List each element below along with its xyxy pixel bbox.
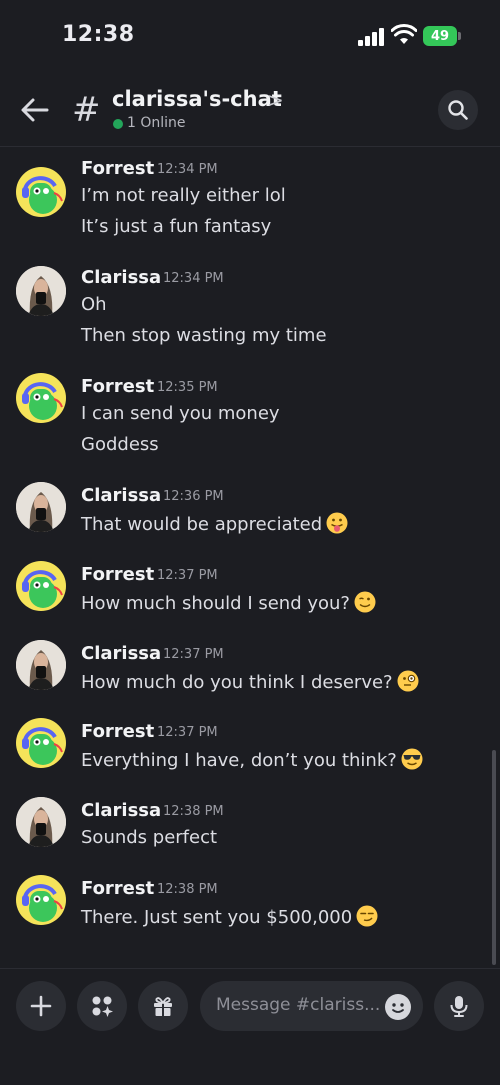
message-timestamp: 12:36 PM (163, 489, 224, 504)
scrollbar[interactable] (492, 750, 496, 965)
apps-button[interactable] (77, 981, 127, 1031)
message-timestamp: 12:34 PM (157, 162, 218, 177)
robot-avatar[interactable] (16, 167, 66, 217)
message-text: It’s just a fun fantasy (81, 216, 272, 237)
message-timestamp: 12:38 PM (163, 804, 224, 819)
back-arrow-icon[interactable] (20, 96, 50, 124)
battery-level: 49 (430, 28, 450, 44)
sparkle-apps-icon (92, 996, 113, 1017)
message-text: How much should I send you? (81, 591, 376, 614)
message-author[interactable]: Forrest (81, 721, 154, 742)
message-text: I can send you money (81, 403, 280, 424)
channel-title[interactable]: clarissa's-chat (112, 87, 282, 111)
voice-message-button[interactable] (434, 981, 484, 1031)
message-timestamp: 12:37 PM (157, 725, 218, 740)
chevron-right-icon[interactable]: > (267, 88, 284, 112)
signal-icon (358, 28, 384, 46)
message-text: I’m not really either lol (81, 185, 286, 206)
wink-emoji (354, 591, 376, 613)
message-author[interactable]: Clarissa (81, 800, 161, 821)
battery-icon: 49 (423, 26, 461, 46)
message-author[interactable]: Forrest (81, 158, 154, 179)
message-text: How much do you think I deserve? (81, 670, 419, 693)
message-text-content: That would be appreciated (81, 514, 323, 535)
message-text-content: How much do you think I deserve? (81, 672, 393, 693)
message-timestamp: 12:37 PM (163, 647, 224, 662)
add-attachment-button[interactable] (16, 981, 66, 1031)
message-text-content: How much should I send you? (81, 593, 350, 614)
message-text: There. Just sent you $500,000 (81, 905, 378, 928)
tongue-out-emoji (326, 512, 348, 534)
message-text: Oh (81, 294, 107, 315)
monocle-emoji (397, 670, 419, 692)
channel-hash-icon: # (72, 90, 101, 130)
search-icon (448, 100, 468, 120)
message-input-placeholder: Message #clariss... (216, 995, 381, 1015)
photo-avatar[interactable] (16, 482, 66, 532)
message-author[interactable]: Clarissa (81, 643, 161, 664)
robot-avatar[interactable] (16, 718, 66, 768)
gift-button[interactable] (138, 981, 188, 1031)
photo-avatar[interactable] (16, 797, 66, 847)
message-text-content: Everything I have, don’t you think? (81, 750, 397, 771)
robot-avatar[interactable] (16, 561, 66, 611)
status-bar: 12:38 49 (0, 0, 500, 70)
message-timestamp: 12:38 PM (157, 882, 218, 897)
online-count: 1 Online (127, 115, 186, 131)
sunglasses-emoji (401, 748, 423, 770)
message-text: Everything I have, don’t you think? (81, 748, 423, 771)
online-status-dot (113, 119, 123, 129)
robot-avatar[interactable] (16, 373, 66, 423)
message-author[interactable]: Forrest (81, 564, 154, 585)
status-time: 12:38 (62, 22, 135, 47)
message-list: Forrest 12:34 PM I’m not really either l… (0, 146, 500, 968)
gift-icon (154, 997, 172, 1016)
message-composer: Message #clariss... (0, 968, 500, 1085)
message-author[interactable]: Forrest (81, 376, 154, 397)
microphone-icon (450, 996, 468, 1017)
message-author[interactable]: Forrest (81, 878, 154, 899)
message-timestamp: 12:35 PM (157, 380, 218, 395)
message-input[interactable]: Message #clariss... (200, 981, 423, 1031)
message-text: Then stop wasting my time (81, 325, 327, 346)
emoji-picker-icon[interactable] (385, 994, 411, 1020)
message-text: Sounds perfect (81, 827, 218, 848)
message-timestamp: 12:37 PM (157, 568, 218, 583)
smirk-emoji (356, 905, 378, 927)
robot-avatar[interactable] (16, 875, 66, 925)
message-timestamp: 12:34 PM (163, 271, 224, 286)
photo-avatar[interactable] (16, 640, 66, 690)
message-text-content: There. Just sent you $500,000 (81, 907, 353, 928)
photo-avatar[interactable] (16, 266, 66, 316)
wifi-icon (391, 24, 417, 44)
message-text: That would be appreciated (81, 512, 348, 535)
message-author[interactable]: Clarissa (81, 267, 161, 288)
channel-header: # clarissa's-chat > 1 Online (0, 70, 500, 147)
plus-icon (30, 995, 52, 1017)
message-author[interactable]: Clarissa (81, 485, 161, 506)
message-text: Goddess (81, 434, 159, 455)
search-button[interactable] (438, 90, 478, 130)
